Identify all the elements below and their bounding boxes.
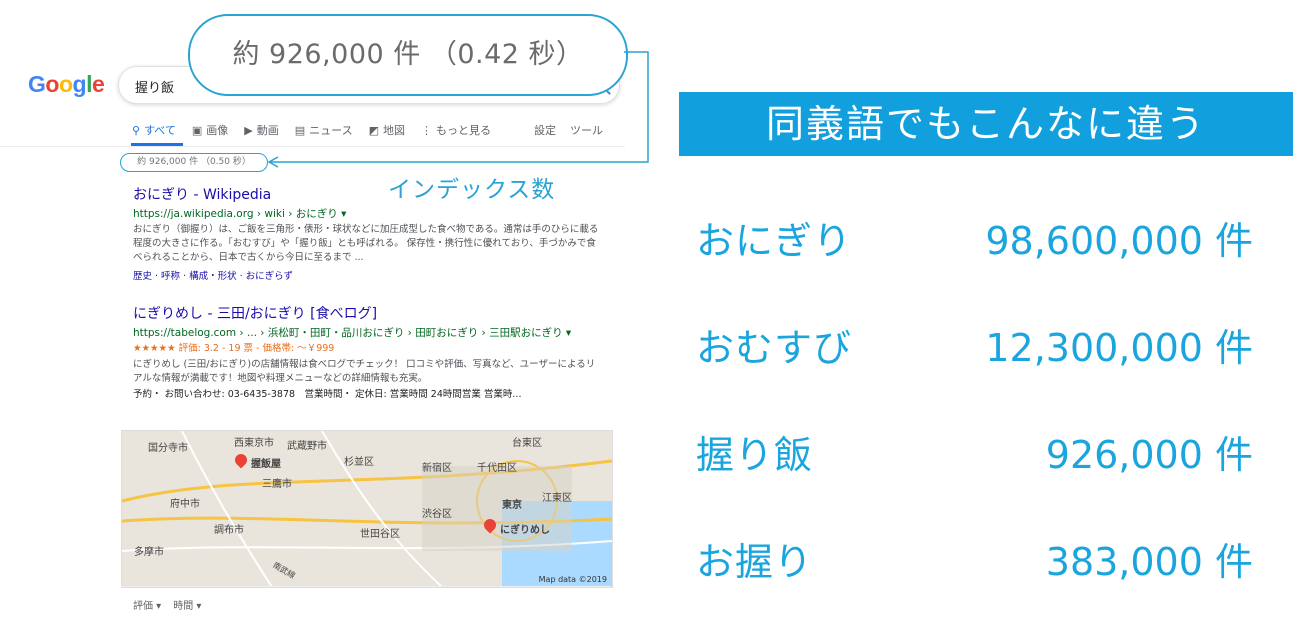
- synonym-count: 926,000 件: [1045, 433, 1253, 477]
- synonym-count: 98,600,000 件: [985, 219, 1253, 263]
- synonym-count: 12,300,000 件: [985, 326, 1253, 370]
- map-label: 調布市: [214, 525, 244, 536]
- result-details: 予約・ お問い合わせ: 03-6435-3878 営業時間・ 定休日: 営業時間…: [133, 389, 522, 400]
- map-label: 台東区: [512, 438, 542, 449]
- map-label: 三鷹市: [262, 479, 292, 490]
- result-title[interactable]: にぎりめし - 三田/おにぎり [食べログ]: [133, 303, 603, 323]
- search-result: おにぎり - Wikipedia https://ja.wikipedia.or…: [133, 184, 603, 282]
- map-label: 世田谷区: [360, 529, 400, 540]
- map-label: 渋谷区: [422, 509, 452, 520]
- map-label: 武蔵野市: [287, 441, 327, 452]
- map-label: 新宿区: [422, 463, 452, 474]
- synonym-term: 握り飯: [696, 433, 814, 477]
- result-snippet: おにぎり（御握り）は、ご飯を三角形・俵形・球状などに加圧成型した食べ物である。通…: [133, 224, 599, 263]
- map-label: 江東区: [542, 493, 572, 504]
- synonym-count: 383,000 件: [1045, 540, 1253, 584]
- synonym-banner: 同義語でもこんなに違う: [679, 92, 1293, 156]
- result-rating: ★★★★★ 評価: 3.2 - 19 票 - 価格帯: ～￥999: [133, 343, 335, 354]
- hours-filter[interactable]: 時間 ▾: [173, 597, 201, 612]
- synonym-term: おむすび: [696, 326, 853, 370]
- local-map[interactable]: 国分寺市 西東京市 武蔵野市 台東区 握飯屋 杉並区 新宿区 千代田区 三鷹市 …: [121, 430, 613, 588]
- synonym-term: お握り: [696, 540, 814, 584]
- result-url[interactable]: https://tabelog.com › ... › 浜松町・田町・品川おにぎ…: [133, 325, 603, 340]
- map-label: 杉並区: [344, 457, 374, 468]
- synonym-term: おにぎり: [696, 219, 853, 263]
- map-label: 多摩市: [134, 547, 164, 558]
- map-label[interactable]: 握飯屋: [251, 455, 281, 470]
- map-label[interactable]: にぎりめし: [500, 521, 550, 536]
- map-label: 西東京市: [234, 438, 274, 449]
- result-title[interactable]: おにぎり - Wikipedia: [133, 184, 603, 204]
- map-label: 府中市: [170, 499, 200, 510]
- map-filters: 評価 ▾ 時間 ▾: [133, 597, 201, 612]
- rating-filter[interactable]: 評価 ▾: [133, 597, 161, 612]
- map-label: 東京: [502, 500, 522, 511]
- map-credit: Map data ©2019: [538, 575, 607, 584]
- map-label: 国分寺市: [148, 443, 188, 454]
- result-url[interactable]: https://ja.wikipedia.org › wiki › おにぎり ▾: [133, 206, 603, 221]
- result-sitelinks[interactable]: 歴史 · 呼称 · 構成・形状 · おにぎらず: [133, 268, 603, 282]
- search-result: にぎりめし - 三田/おにぎり [食べログ] https://tabelog.c…: [133, 303, 603, 402]
- callout-connector: [267, 51, 649, 168]
- map-divider: [121, 586, 611, 587]
- result-snippet: にぎりめし (三田/おにぎり)の店舗情報は食べログでチェック！ 口コミや評価、写…: [133, 359, 596, 384]
- map-label: 千代田区: [477, 463, 517, 474]
